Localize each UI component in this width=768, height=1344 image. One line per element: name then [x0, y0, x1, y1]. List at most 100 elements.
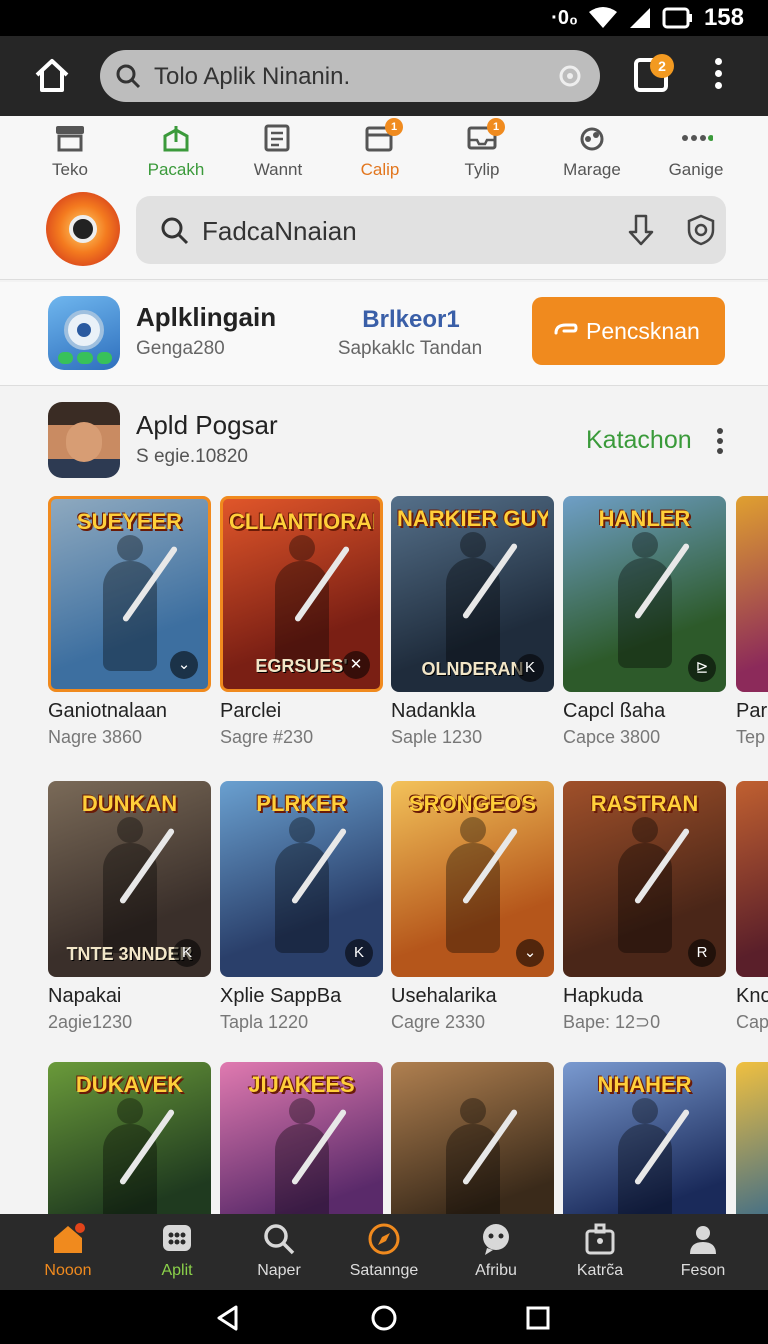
game-card[interactable]: DAKMSS: [391, 1062, 554, 1216]
game-cover-art[interactable]: CLLANTIORAN EGRSUES' ✕: [220, 496, 383, 692]
featured-app-rating-label: Brlkeor1: [362, 306, 460, 333]
section-header: Apld Pogsar S egie.10820 Katachon: [0, 388, 768, 492]
category-label: Calip: [360, 160, 400, 179]
game-action-chip[interactable]: ⌄: [170, 651, 198, 679]
game-title[interactable]: Napakai: [48, 985, 211, 1008]
game-title[interactable]: Xplie SappBa: [220, 985, 383, 1008]
game-action-chip[interactable]: ✕: [342, 651, 370, 679]
section-see-all-link[interactable]: Katachon: [586, 426, 692, 455]
game-card[interactable]: DUKAVEK: [48, 1062, 211, 1216]
category-wannt[interactable]: Wannt: [228, 122, 328, 180]
game-title[interactable]: Usehalarika: [391, 985, 554, 1008]
game-card[interactable]: SRONGEOS ⌄ Usehalarika Cagre 2330: [391, 781, 554, 1033]
game-title[interactable]: Nadankla: [391, 700, 554, 723]
home-nav-icon[interactable]: [370, 1304, 398, 1332]
game-action-chip[interactable]: K: [516, 654, 544, 682]
bottom-nav-satannge[interactable]: Satannge: [334, 1222, 434, 1280]
bottom-nav-aplit[interactable]: Aplit: [127, 1222, 227, 1280]
game-cover-art[interactable]: [736, 496, 768, 692]
game-card[interactable]: JIJAKEES: [220, 1062, 383, 1216]
section-title: Apld Pogsar: [136, 410, 278, 440]
category-label: Teko: [52, 160, 88, 179]
home-icon[interactable]: [32, 56, 72, 96]
bottom-nav-nooon[interactable]: Nooon: [18, 1222, 118, 1280]
document-icon: [261, 122, 295, 154]
brand-logo[interactable]: [46, 192, 120, 266]
featured-app-rating-sub: Sapkaklc Tandan: [337, 338, 483, 359]
game-card[interactable]: RASTRAN R Hapkuda Bape: 12⊃0: [563, 781, 726, 1033]
system-nav-bar: [0, 1290, 768, 1344]
game-cover-art[interactable]: DAKMSS: [391, 1062, 554, 1216]
category-teko[interactable]: Teko: [20, 122, 120, 180]
featured-app-icon[interactable]: [48, 296, 120, 370]
game-action-chip[interactable]: ⊵: [688, 654, 716, 682]
category-tylip[interactable]: 1 Tylip: [432, 118, 532, 180]
bottom-nav-naper[interactable]: Naper: [229, 1222, 329, 1280]
back-icon[interactable]: [214, 1304, 242, 1332]
game-cover-art[interactable]: SRONGEOS ⌄: [391, 781, 554, 977]
game-card[interactable]: SUEYEER ⌄ Ganiotnalaan Nagre 3860: [48, 496, 211, 748]
game-title[interactable]: Par: [736, 700, 768, 723]
overflow-menu-icon[interactable]: [710, 58, 726, 94]
game-title[interactable]: Hapkuda: [563, 985, 726, 1008]
game-cover-art[interactable]: HANLER ⊵: [563, 496, 726, 692]
category-pacakh[interactable]: Pacakh: [126, 122, 226, 180]
game-cover-art[interactable]: SUEYEER ⌄: [48, 496, 211, 692]
game-action-chip[interactable]: ⌄: [516, 939, 544, 967]
game-card[interactable]: Kno Cap: [736, 781, 768, 1033]
install-button[interactable]: Pencsknan: [532, 297, 725, 365]
section-more-icon[interactable]: [714, 428, 726, 454]
recents-icon[interactable]: [524, 1304, 552, 1332]
game-cover-art[interactable]: DUNKAN TNTE 3NNDER K: [48, 781, 211, 977]
category-label: Pacakh: [147, 160, 205, 179]
bottom-nav-label: Katrc̃a: [576, 1262, 624, 1279]
game-action-chip[interactable]: R: [688, 939, 716, 967]
featured-app-row: Aplklingain Genga280 Brlkeor1 Sapkaklc T…: [0, 282, 768, 386]
home-icon: [51, 1222, 85, 1256]
game-cover-art[interactable]: [736, 781, 768, 977]
game-card[interactable]: NHAHER⌄: [563, 1062, 726, 1216]
voice-icon[interactable]: [556, 62, 584, 90]
game-action-chip[interactable]: K: [173, 939, 201, 967]
bottom-nav-label: Aplit: [161, 1262, 193, 1279]
download-icon[interactable]: [628, 214, 654, 246]
game-meta: 2agie1230: [48, 1012, 133, 1032]
compass-icon: [367, 1222, 401, 1256]
game-meta: Tapla 1220: [220, 1012, 309, 1032]
game-card[interactable]: Par Tep: [736, 496, 768, 748]
game-title[interactable]: Kno: [736, 985, 768, 1008]
game-card[interactable]: CLLANTIORAN EGRSUES' ✕ Parclei Sagre #230: [220, 496, 383, 748]
game-cover-art[interactable]: PLRKER K: [220, 781, 383, 977]
status-bar: ·0₀ 158: [0, 0, 768, 36]
game-card[interactable]: HANLER ⊵ Capcl ßaha Capce 3800: [563, 496, 726, 748]
bottom-nav-afribu[interactable]: Afribu: [446, 1222, 546, 1280]
category-calip[interactable]: 1 Calip: [330, 118, 430, 180]
game-card[interactable]: PLRKER K Xplie SappBa Tapla 1220: [220, 781, 383, 1033]
game-card[interactable]: DUNKAN TNTE 3NNDER K Napakai 2agie1230: [48, 781, 211, 1033]
url-bar[interactable]: Tolo Aplik Ninanin.: [100, 50, 600, 102]
package-icon: [159, 122, 193, 154]
bottom-nav-feson[interactable]: Feson: [653, 1222, 753, 1280]
game-title[interactable]: Capcl ßaha: [563, 700, 726, 723]
game-cover-art[interactable]: DUKAVEK: [48, 1062, 211, 1216]
bottom-nav-katrc̃a[interactable]: Katrc̃a: [550, 1222, 650, 1280]
game-card[interactable]: NARKIER GUYSOLNDERANK Nadankla Saple 1230: [391, 496, 554, 748]
game-title[interactable]: Parclei: [220, 700, 383, 723]
install-button-label: Pencsknan: [586, 318, 700, 344]
game-title[interactable]: Ganiotnalaan: [48, 700, 211, 723]
game-card[interactable]: [736, 1062, 768, 1216]
game-cover-art[interactable]: RASTRAN R: [563, 781, 726, 977]
category-ganige[interactable]: Ganige: [646, 122, 746, 180]
featured-app-title[interactable]: Aplklingain: [136, 302, 276, 333]
game-cover-art[interactable]: JIJAKEES: [220, 1062, 383, 1216]
search-icon: [161, 217, 189, 245]
game-action-chip[interactable]: K: [345, 939, 373, 967]
category-marage[interactable]: Marage: [542, 122, 642, 180]
shield-icon[interactable]: [686, 214, 716, 246]
game-cover-art[interactable]: NHAHER⌄: [563, 1062, 726, 1216]
game-cover-art[interactable]: [736, 1062, 768, 1216]
search-input[interactable]: FadcaNnaian: [136, 196, 726, 264]
game-cover-art[interactable]: NARKIER GUYSOLNDERANK: [391, 496, 554, 692]
game-art-title: SUEYEER: [76, 509, 183, 534]
bottom-nav-label: Feson: [680, 1262, 726, 1279]
